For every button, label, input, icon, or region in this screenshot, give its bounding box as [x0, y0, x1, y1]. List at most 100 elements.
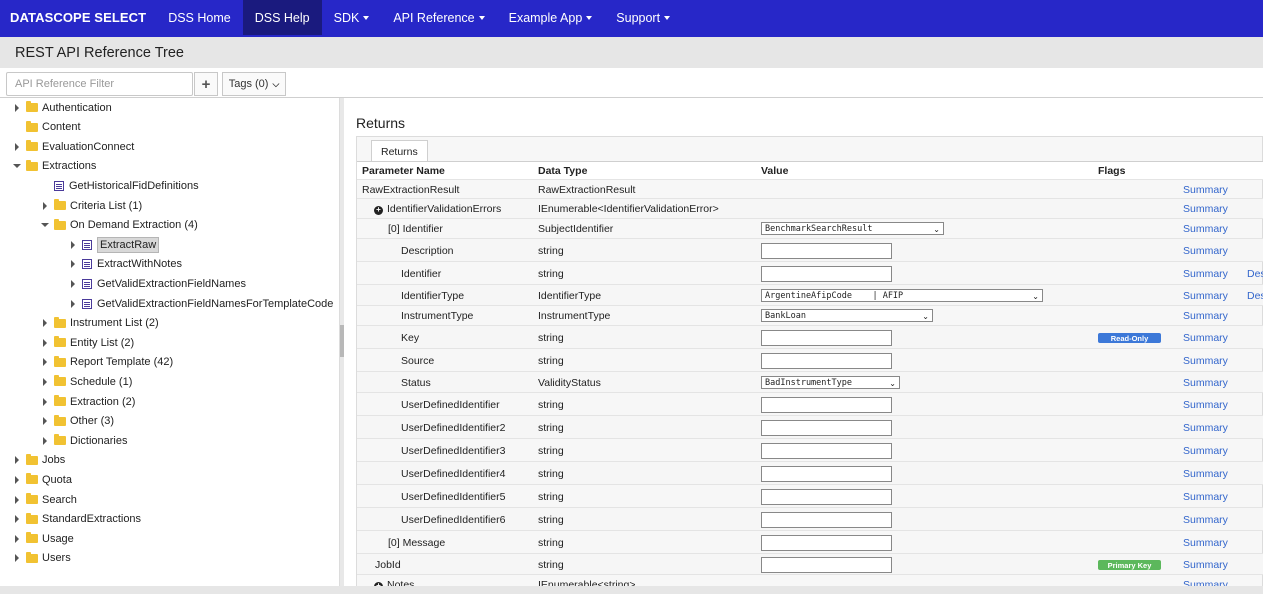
- value-input[interactable]: [761, 243, 892, 259]
- tree-item[interactable]: ExtractRaw: [68, 235, 160, 254]
- tree-item[interactable]: On Demand Extraction (4): [40, 216, 198, 235]
- param-name-text: [0] Identifier: [388, 223, 443, 235]
- summary-link[interactable]: Summary: [1183, 537, 1228, 549]
- tree-item[interactable]: Instrument List (2): [40, 314, 159, 333]
- tree-item[interactable]: Search: [12, 490, 77, 509]
- tree-item[interactable]: ExtractWithNotes: [68, 255, 182, 274]
- summary-link[interactable]: Summary: [1183, 290, 1228, 302]
- summary-link[interactable]: Summary: [1183, 223, 1228, 235]
- caret-down-icon[interactable]: [12, 161, 22, 171]
- summary-link[interactable]: Summary: [1183, 184, 1228, 196]
- description-link[interactable]: Des: [1247, 268, 1263, 280]
- value-input[interactable]: [761, 535, 892, 551]
- description-link[interactable]: Des: [1247, 290, 1263, 302]
- summary-link[interactable]: Summary: [1183, 422, 1228, 434]
- nav-item-api-reference[interactable]: API Reference: [381, 0, 496, 35]
- value-select[interactable]: BenchmarkSearchResult ⌄: [761, 222, 944, 235]
- summary-link[interactable]: Summary: [1183, 355, 1228, 367]
- summary-link[interactable]: Summary: [1183, 445, 1228, 457]
- tree-item[interactable]: Authentication: [12, 98, 112, 117]
- tree-item[interactable]: Extraction (2): [40, 392, 135, 411]
- api-filter-input[interactable]: API Reference Filter: [6, 72, 193, 96]
- tree-item[interactable]: Report Template (42): [40, 353, 173, 372]
- caret-right-icon[interactable]: [12, 142, 22, 152]
- tree-item[interactable]: Entity List (2): [40, 333, 134, 352]
- tree-item[interactable]: Quota: [12, 470, 72, 489]
- tab-returns[interactable]: Returns: [371, 140, 428, 162]
- summary-link[interactable]: Summary: [1183, 245, 1228, 257]
- tree-item[interactable]: Criteria List (1): [40, 196, 142, 215]
- value-input[interactable]: [761, 353, 892, 369]
- tags-dropdown-button[interactable]: Tags (0) ⌵: [222, 72, 286, 96]
- value-input[interactable]: [761, 512, 892, 528]
- caret-right-icon[interactable]: [12, 455, 22, 465]
- caret-right-icon[interactable]: [40, 357, 50, 367]
- summary-link[interactable]: Summary: [1183, 559, 1228, 571]
- summary-link[interactable]: Summary: [1183, 310, 1228, 322]
- summary-link[interactable]: Summary: [1183, 579, 1228, 586]
- caret-right-icon[interactable]: [12, 514, 22, 524]
- caret-right-icon[interactable]: [68, 240, 78, 250]
- expand-plus-icon[interactable]: +: [374, 205, 383, 215]
- caret-right-icon[interactable]: [40, 338, 50, 348]
- caret-right-icon[interactable]: [40, 436, 50, 446]
- summary-link[interactable]: Summary: [1183, 514, 1228, 526]
- caret-right-icon[interactable]: [40, 397, 50, 407]
- nav-item-example-app[interactable]: Example App: [497, 0, 605, 35]
- summary-link[interactable]: Summary: [1183, 468, 1228, 480]
- tree-item[interactable]: Schedule (1): [40, 372, 132, 391]
- tree-item[interactable]: Users: [12, 549, 71, 568]
- add-filter-button[interactable]: +: [194, 72, 218, 96]
- caret-right-icon[interactable]: [12, 103, 22, 113]
- tree-item[interactable]: GetValidExtractionFieldNames: [68, 274, 246, 293]
- summary-link[interactable]: Summary: [1183, 377, 1228, 389]
- value-input[interactable]: [761, 557, 892, 573]
- tree-item[interactable]: Other (3): [40, 412, 114, 431]
- caret-right-icon[interactable]: [12, 495, 22, 505]
- nav-item-sdk[interactable]: SDK: [322, 0, 382, 35]
- caret-right-icon[interactable]: [40, 201, 50, 211]
- caret-right-icon[interactable]: [40, 416, 50, 426]
- nav-item-support[interactable]: Support: [604, 0, 682, 35]
- tree-item[interactable]: EvaluationConnect: [12, 137, 134, 156]
- caret-right-icon[interactable]: [12, 534, 22, 544]
- caret-right-icon[interactable]: [68, 299, 78, 309]
- caret-down-icon[interactable]: [40, 220, 50, 230]
- tree-item[interactable]: StandardExtractions: [12, 510, 141, 529]
- value-input[interactable]: [761, 443, 892, 459]
- tree-item[interactable]: GetHistoricalFidDefinitions: [40, 176, 199, 195]
- tree-item[interactable]: Dictionaries: [40, 431, 127, 450]
- value-input[interactable]: [761, 397, 892, 413]
- value-input[interactable]: [761, 330, 892, 346]
- caret-right-icon[interactable]: [12, 553, 22, 563]
- nav-item-dss-help[interactable]: DSS Help: [242, 0, 322, 35]
- caret-right-icon[interactable]: [40, 318, 50, 328]
- value-select[interactable]: ArgentineAfipCode | AFIP ⌄: [761, 289, 1043, 302]
- value-input[interactable]: [761, 489, 892, 505]
- tree-item[interactable]: Extractions: [12, 157, 96, 176]
- value-select[interactable]: BankLoan ⌄: [761, 309, 933, 322]
- summary-link[interactable]: Summary: [1183, 268, 1228, 280]
- tree-item[interactable]: Usage: [12, 529, 74, 548]
- caret-right-icon[interactable]: [68, 259, 78, 269]
- nav-item-dss-home[interactable]: DSS Home: [156, 0, 243, 35]
- tree-item[interactable]: GetValidExtractionFieldNamesForTemplateC…: [68, 294, 333, 313]
- value-input[interactable]: [761, 466, 892, 482]
- summary-link[interactable]: Summary: [1183, 399, 1228, 411]
- data-type: string: [538, 268, 564, 280]
- caret-right-icon[interactable]: [40, 377, 50, 387]
- horizontal-scrollbar[interactable]: [0, 586, 1263, 594]
- table-row: UserDefinedIdentifier string Summary: [357, 392, 1263, 415]
- summary-link[interactable]: Summary: [1183, 203, 1228, 215]
- tree-item[interactable]: Jobs: [12, 451, 65, 470]
- table-row: JobId string Primary Key Summary: [357, 553, 1263, 574]
- brand-logo[interactable]: DATASCOPE SELECT: [0, 0, 156, 35]
- caret-right-icon[interactable]: [68, 279, 78, 289]
- caret-right-icon[interactable]: [12, 475, 22, 485]
- value-select[interactable]: BadInstrumentType ⌄: [761, 376, 900, 389]
- summary-link[interactable]: Summary: [1183, 332, 1228, 344]
- value-input[interactable]: [761, 420, 892, 436]
- tree-item[interactable]: Content: [12, 118, 81, 137]
- value-input[interactable]: [761, 266, 892, 282]
- summary-link[interactable]: Summary: [1183, 491, 1228, 503]
